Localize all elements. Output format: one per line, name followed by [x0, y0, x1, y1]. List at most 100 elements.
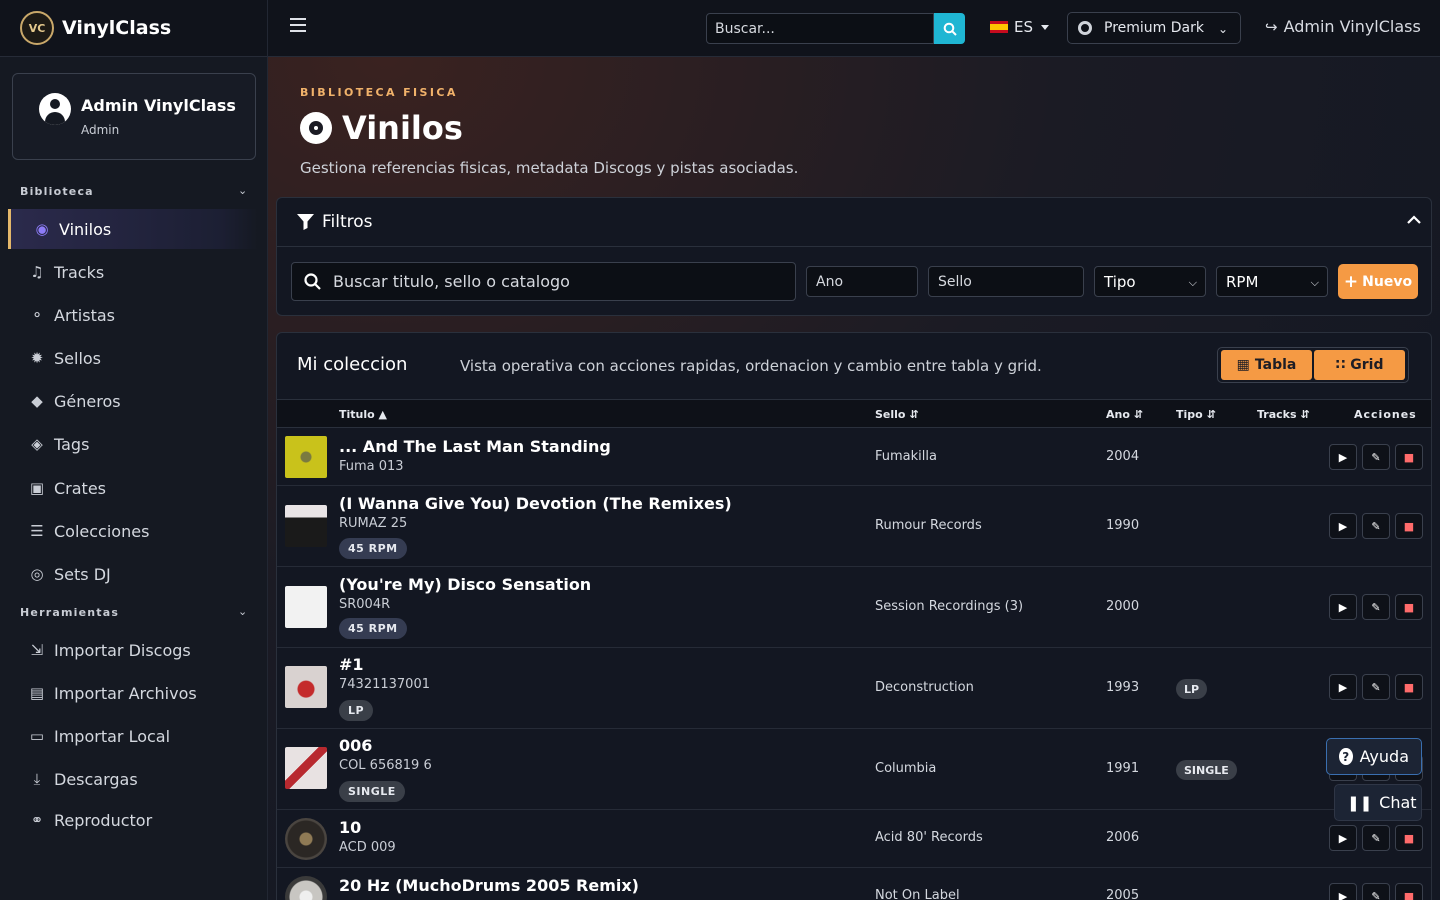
filter-type-select[interactable]: Tipo ⌵ — [1094, 266, 1206, 297]
brand[interactable]: VC VinylClass — [0, 0, 268, 57]
search-button[interactable] — [934, 13, 965, 44]
filter-search-placeholder: Buscar titulo, sello o catalogo — [333, 272, 570, 291]
row-year: 2000 — [1106, 599, 1140, 614]
column-header-titulo[interactable]: Titulo ▲ — [339, 408, 387, 421]
cover-thumbnail[interactable] — [285, 586, 327, 628]
top-navbar: VC VinylClass ES Premium Dark ⌄ ↪ Admin … — [0, 0, 1440, 57]
help-button[interactable]: ? Ayuda — [1326, 738, 1422, 775]
cover-thumbnail[interactable] — [285, 747, 327, 789]
chevron-down-icon[interactable]: ⌄ — [238, 184, 247, 197]
delete-button[interactable]: ■ — [1395, 444, 1423, 470]
edit-button[interactable]: ✎ — [1362, 674, 1390, 700]
cover-thumbnail[interactable] — [285, 818, 327, 860]
hamburger-menu-icon[interactable] — [290, 18, 306, 32]
chevron-down-icon[interactable]: ⌄ — [238, 605, 247, 618]
sidebar-item-artistas[interactable]: ⚬ Artistas — [8, 295, 258, 335]
play-button[interactable]: ▶ — [1329, 444, 1357, 470]
table-row[interactable]: (I Wanna Give You) Devotion (The Remixes… — [277, 486, 1431, 567]
edit-button[interactable]: ✎ — [1362, 825, 1390, 851]
sidebar-item-generos[interactable]: ◆ Géneros — [8, 381, 258, 421]
table-row[interactable]: #1 74321137001 LP Deconstruction 1993 LP… — [277, 648, 1431, 729]
section-title-biblioteca[interactable]: Biblioteca — [20, 185, 94, 198]
row-label: Not On Label — [875, 888, 960, 900]
sidebar-item-vinilos[interactable]: ◉ Vinilos — [8, 209, 258, 249]
new-vinyl-button[interactable]: + Nuevo — [1338, 264, 1418, 299]
view-table-button[interactable]: ▦ Tabla — [1221, 350, 1312, 380]
delete-button[interactable]: ■ — [1395, 594, 1423, 620]
sidebar-item-sellos[interactable]: ✹ Sellos — [8, 338, 258, 378]
cover-thumbnail[interactable] — [285, 666, 327, 708]
filters-header[interactable]: Filtros — [277, 198, 1431, 247]
cover-thumbnail[interactable] — [285, 436, 327, 478]
sort-icon: ⇵ — [1300, 408, 1310, 421]
sidebar-item-tracks[interactable]: ♫ Tracks — [8, 252, 258, 292]
play-button[interactable]: ▶ — [1329, 883, 1357, 900]
column-header-tracks[interactable]: Tracks ⇵ — [1257, 408, 1310, 421]
section-title-herramientas[interactable]: Herramientas — [20, 606, 119, 619]
row-title[interactable]: 20 Hz (MuchoDrums 2005 Remix) — [339, 876, 639, 895]
row-title[interactable]: (I Wanna Give You) Devotion (The Remixes… — [339, 494, 732, 513]
chevron-down-icon: ⌄ — [1217, 22, 1228, 36]
row-title[interactable]: ... And The Last Man Standing — [339, 437, 611, 456]
filter-search-input[interactable]: Buscar titulo, sello o catalogo — [291, 262, 796, 301]
row-title[interactable]: #1 — [339, 655, 364, 674]
filter-year-input[interactable]: Ano — [806, 266, 918, 297]
sidebar-item-crates[interactable]: ▣ Crates — [8, 468, 258, 508]
chat-button[interactable]: ❚❚ Chat — [1334, 784, 1422, 821]
sort-icon: ⇵ — [1206, 408, 1216, 421]
column-header-sello[interactable]: Sello ⇵ — [875, 408, 919, 421]
view-grid-button[interactable]: ∷ Grid — [1314, 350, 1405, 380]
play-button[interactable]: ▶ — [1329, 513, 1357, 539]
row-title[interactable]: (You're My) Disco Sensation — [339, 575, 591, 594]
table-row[interactable]: ... And The Last Man Standing Fuma 013 F… — [277, 428, 1431, 486]
column-header-tipo[interactable]: Tipo ⇵ — [1176, 408, 1216, 421]
sidebar-item-colecciones[interactable]: ☰ Colecciones — [8, 511, 258, 551]
sidebar-item-importar-discogs[interactable]: ⇲ Importar Discogs — [8, 630, 258, 670]
column-header-ano[interactable]: Ano ⇵ — [1106, 408, 1143, 421]
delete-button[interactable]: ■ — [1395, 674, 1423, 700]
sidebar-item-importar-local[interactable]: ▭ Importar Local — [8, 716, 258, 756]
sidebar-item-descargas[interactable]: ⤓ Descargas — [8, 759, 258, 799]
user-card: Admin VinylClass Admin — [12, 73, 256, 160]
language-selector[interactable]: ES — [990, 18, 1049, 36]
filter-rpm-select[interactable]: RPM ⌵ — [1216, 266, 1328, 297]
table-row[interactable]: (You're My) Disco Sensation SR004R 45 RP… — [277, 567, 1431, 648]
filter-label-input[interactable]: Sello — [928, 266, 1084, 297]
folder-open-icon: ▭ — [29, 727, 45, 745]
delete-button[interactable]: ■ — [1395, 883, 1423, 900]
logout-link[interactable]: ↪ Admin VinylClass — [1265, 17, 1421, 36]
sidebar-item-label: Importar Local — [54, 726, 171, 746]
global-search-input[interactable] — [706, 13, 934, 44]
sidebar-item-sets-dj[interactable]: ◎ Sets DJ — [8, 554, 258, 594]
edit-button[interactable]: ✎ — [1362, 513, 1390, 539]
download-icon: ⤓ — [33, 770, 41, 788]
delete-button[interactable]: ■ — [1395, 513, 1423, 539]
edit-button[interactable]: ✎ — [1362, 444, 1390, 470]
filter-type-value: Tipo — [1104, 272, 1136, 291]
play-button[interactable]: ▶ — [1329, 594, 1357, 620]
file-import-icon: ⇲ — [30, 641, 44, 659]
row-title[interactable]: 10 — [339, 818, 361, 837]
sidebar-item-label: Artistas — [54, 305, 115, 325]
row-catalog: RUMAZ 25 — [339, 516, 408, 531]
edit-button[interactable]: ✎ — [1362, 594, 1390, 620]
cover-thumbnail[interactable] — [285, 876, 327, 900]
row-title[interactable]: 006 — [339, 736, 372, 755]
sidebar-item-tags[interactable]: ◈ Tags — [8, 424, 258, 464]
theme-selector[interactable]: Premium Dark ⌄ — [1067, 12, 1241, 44]
sidebar-item-importar-archivos[interactable]: ▤ Importar Archivos — [8, 673, 258, 713]
edit-button[interactable]: ✎ — [1362, 883, 1390, 900]
table-row[interactable]: 20 Hz (MuchoDrums 2005 Remix) Not On Lab… — [277, 868, 1431, 900]
table-row[interactable]: 10 ACD 009 Acid 80' Records 2006 ▶ ✎ ■ — [277, 810, 1431, 868]
play-button[interactable]: ▶ — [1329, 674, 1357, 700]
page-subtitle: Gestiona referencias fisicas, metadata D… — [300, 159, 799, 177]
page-title: Vinilos — [300, 109, 463, 147]
sidebar-item-reproductor[interactable]: ⚭ Reproductor — [8, 802, 258, 832]
row-year: 1993 — [1106, 680, 1140, 695]
cover-thumbnail[interactable] — [285, 505, 327, 547]
play-button[interactable]: ▶ — [1329, 825, 1357, 851]
table-row[interactable]: 006 COL 656819 6 SINGLE Columbia 1991 SI… — [277, 729, 1431, 810]
delete-button[interactable]: ■ — [1395, 825, 1423, 851]
row-actions: ▶ ✎ ■ — [1329, 444, 1428, 470]
chevron-up-icon[interactable] — [1407, 212, 1421, 228]
